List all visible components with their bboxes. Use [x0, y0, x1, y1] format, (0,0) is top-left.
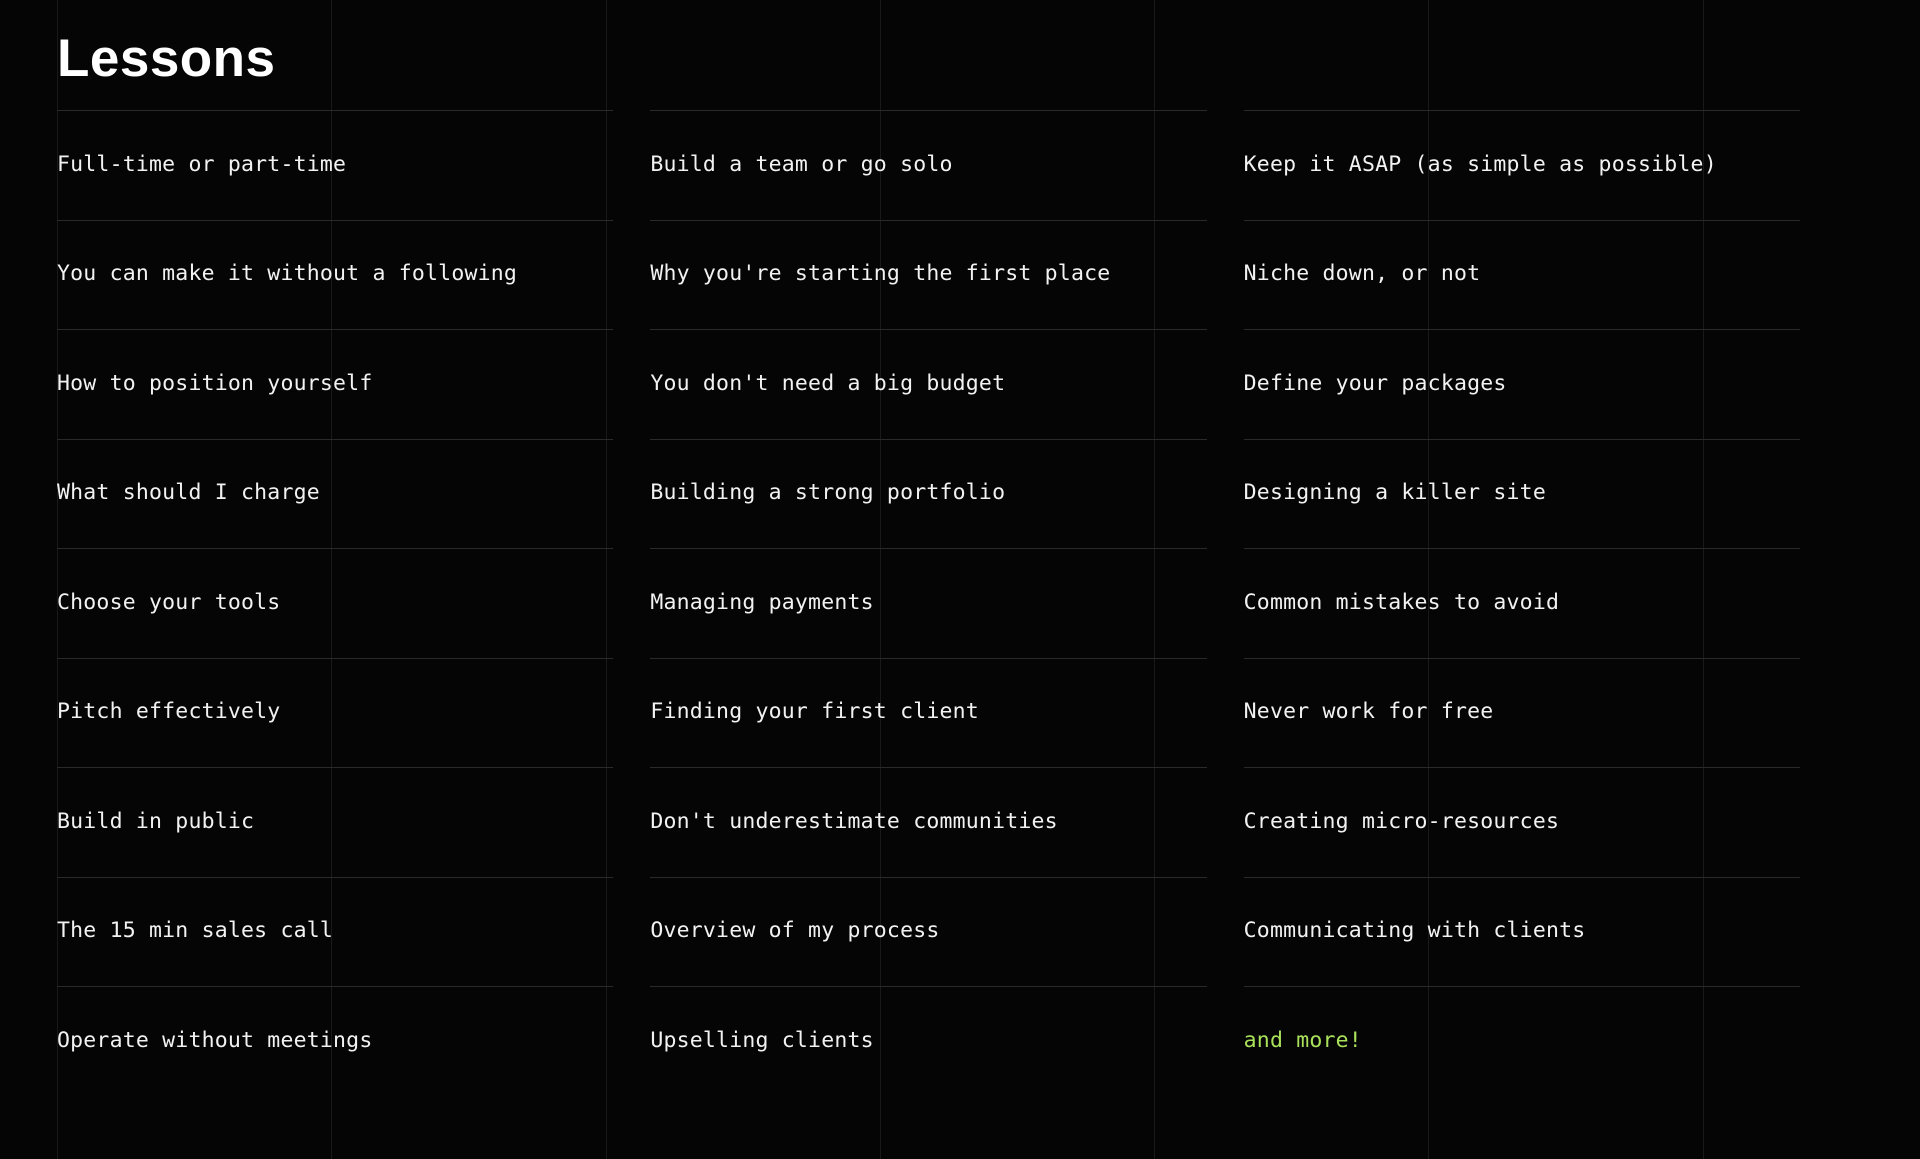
lesson-label: Choose your tools [57, 589, 281, 615]
lesson-row[interactable]: and more! [1243, 986, 1800, 1096]
lesson-row[interactable]: Communicating with clients [1243, 876, 1800, 987]
lesson-row[interactable]: Never work for free [1243, 657, 1800, 768]
page-header: Lessons [57, 0, 1800, 110]
lesson-label: Niche down, or not [1243, 261, 1481, 287]
lesson-row[interactable]: Build a team or go solo [650, 110, 1207, 220]
lesson-row[interactable]: Overview of my process [650, 876, 1207, 987]
lesson-label: What should I charge [57, 480, 320, 506]
lesson-row[interactable]: You can make it without a following [57, 219, 614, 330]
lesson-label: Creating micro-resources [1243, 808, 1560, 834]
lesson-row[interactable]: Finding your first client [650, 657, 1207, 768]
lesson-label: Managing payments [650, 589, 874, 615]
lesson-row[interactable]: Creating micro-resources [1243, 767, 1800, 877]
lesson-label: Keep it ASAP (as simple as possible) [1243, 151, 1717, 177]
lesson-row[interactable]: Build in public [57, 767, 614, 877]
lesson-row[interactable]: Full-time or part-time [57, 110, 614, 220]
lesson-row[interactable]: You don't need a big budget [650, 329, 1207, 439]
lesson-label: Pitch effectively [57, 699, 281, 725]
lesson-row[interactable]: Designing a killer site [1243, 438, 1800, 549]
page-title: Lessons [57, 28, 276, 88]
lesson-row[interactable]: How to position yourself [57, 329, 614, 439]
lesson-label: Define your packages [1243, 370, 1507, 396]
lesson-label: Overview of my process [650, 918, 940, 944]
page-content: Lessons Full-time or part-time You can ma… [0, 0, 1920, 1096]
lesson-row[interactable]: Pitch effectively [57, 657, 614, 768]
lesson-row[interactable]: Common mistakes to avoid [1243, 548, 1800, 658]
lesson-label: The 15 min sales call [57, 918, 334, 944]
lesson-label: Never work for free [1243, 699, 1494, 725]
lesson-label: Communicating with clients [1243, 918, 1586, 944]
lessons-column-3: Keep it ASAP (as simple as possible) Nich… [1243, 110, 1800, 1096]
lesson-row[interactable]: Keep it ASAP (as simple as possible) [1243, 110, 1800, 220]
lesson-label: and more! [1243, 1027, 1362, 1053]
lesson-row[interactable]: Operate without meetings [57, 986, 614, 1096]
lesson-label: Build in public [57, 808, 255, 834]
lesson-label: You can make it without a following [57, 261, 518, 287]
lesson-row[interactable]: Choose your tools [57, 548, 614, 658]
lesson-label: Operate without meetings [57, 1027, 373, 1053]
lesson-row[interactable]: Don't underestimate communities [650, 767, 1207, 877]
lesson-row[interactable]: Building a strong portfolio [650, 438, 1207, 549]
lessons-column-2: Build a team or go solo Why you're starti… [650, 110, 1207, 1096]
lesson-row[interactable]: Niche down, or not [1243, 219, 1800, 330]
lesson-label: Finding your first client [650, 699, 979, 725]
lesson-row[interactable]: Define your packages [1243, 329, 1800, 439]
lessons-grid: Full-time or part-time You can make it wi… [57, 110, 1800, 1096]
lesson-row[interactable]: Managing payments [650, 548, 1207, 658]
lesson-label: You don't need a big budget [650, 370, 1006, 396]
lesson-label: Building a strong portfolio [650, 480, 1006, 506]
lesson-row[interactable]: What should I charge [57, 438, 614, 549]
lesson-label: Don't underestimate communities [650, 808, 1058, 834]
lesson-label: Build a team or go solo [650, 151, 953, 177]
lessons-column-1: Full-time or part-time You can make it wi… [57, 110, 614, 1096]
lesson-label: Why you're starting the first place [650, 261, 1111, 287]
lesson-label: How to position yourself [57, 370, 373, 396]
lesson-label: Full-time or part-time [57, 151, 347, 177]
lesson-label: Upselling clients [650, 1027, 874, 1053]
lesson-label: Designing a killer site [1243, 480, 1546, 506]
lesson-label: Common mistakes to avoid [1243, 589, 1560, 615]
lesson-row[interactable]: Why you're starting the first place [650, 219, 1207, 330]
lesson-row[interactable]: Upselling clients [650, 986, 1207, 1096]
lessons-page: Lessons Full-time or part-time You can ma… [0, 0, 1920, 1159]
lesson-row[interactable]: The 15 min sales call [57, 876, 614, 987]
